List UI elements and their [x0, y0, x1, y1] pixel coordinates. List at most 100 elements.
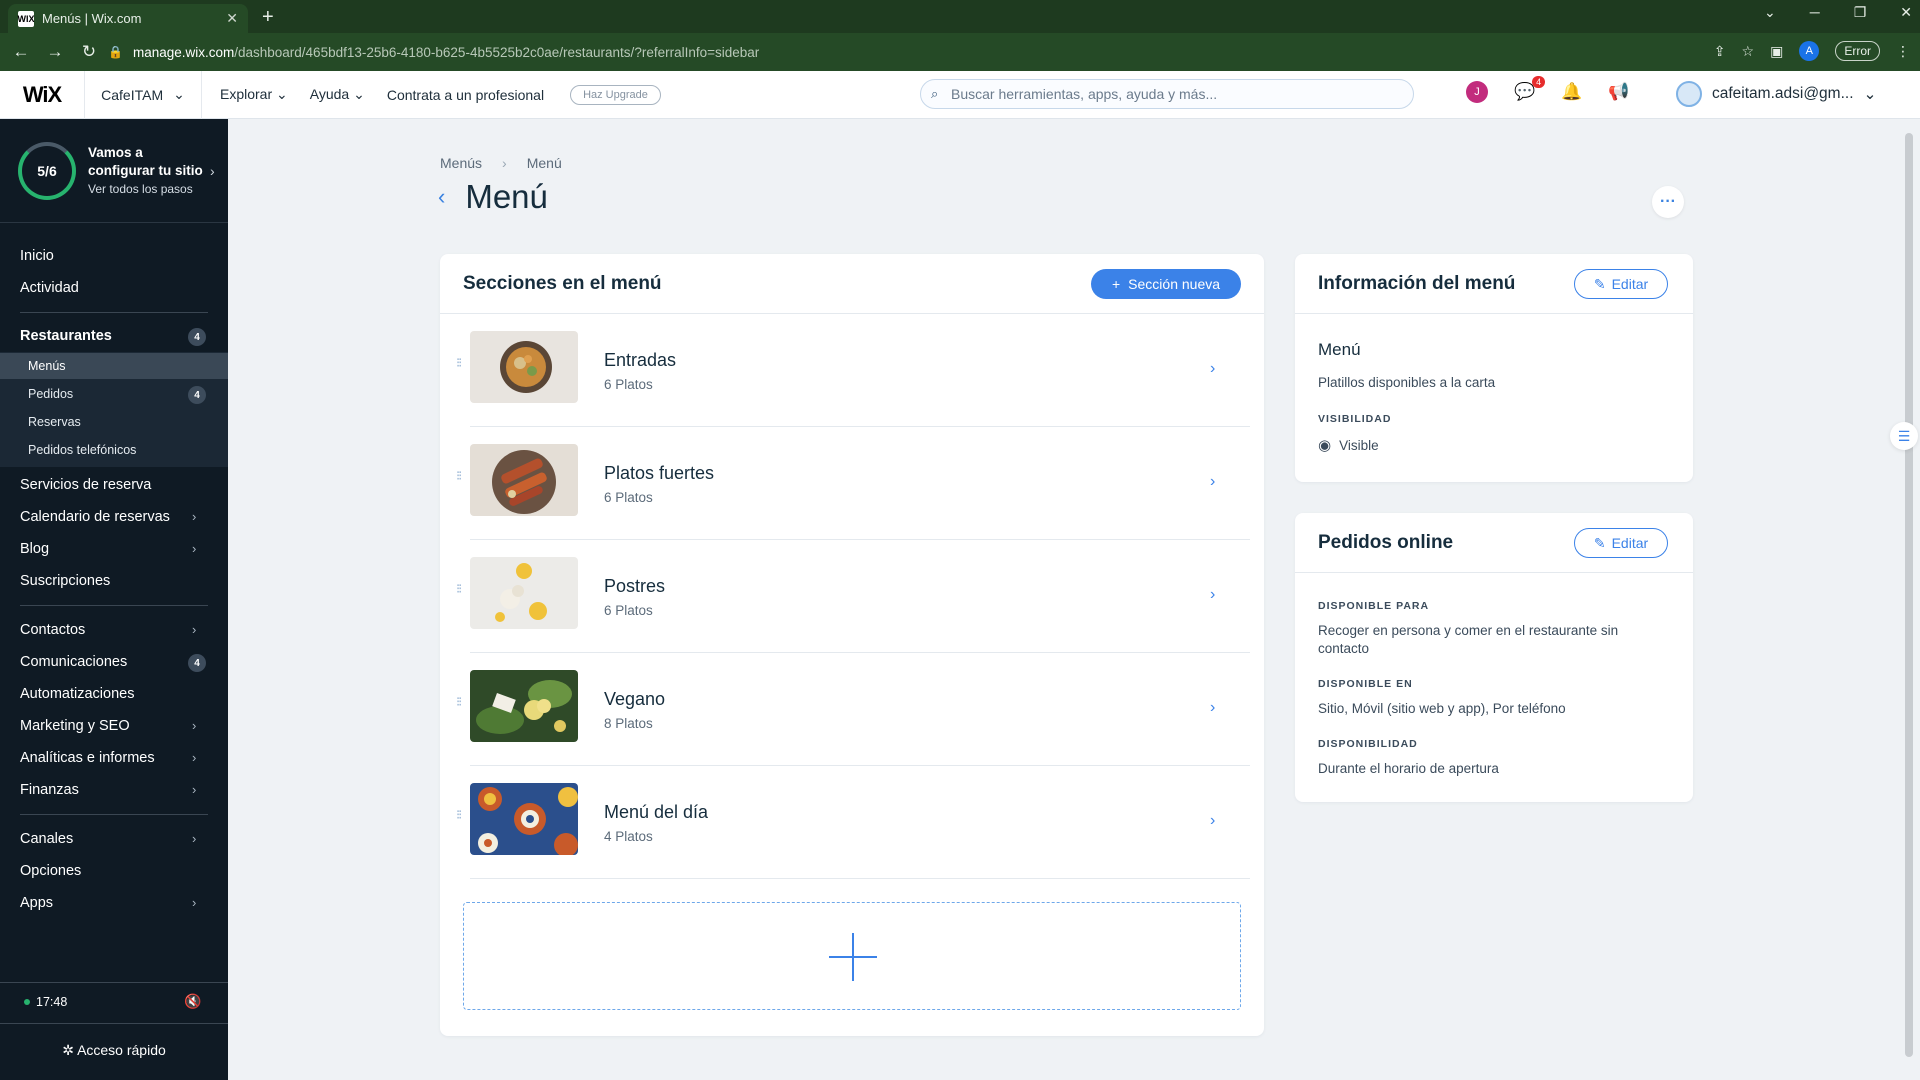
drag-handle-icon[interactable]: ⁝⁝: [456, 808, 462, 821]
breadcrumb-menus[interactable]: Menús: [440, 155, 482, 171]
bell-icon[interactable]: 🔔: [1561, 82, 1582, 102]
sidebar-item-actividad[interactable]: Actividad: [20, 280, 79, 296]
sidebar-item-calendario[interactable]: Calendario de reservas: [20, 509, 170, 525]
section-row-postres[interactable]: ⁝⁝ Postres 6 Platos ›: [456, 540, 1250, 653]
sidebar-footer-divider: [0, 1023, 228, 1024]
sidebar-item-apps[interactable]: Apps: [20, 895, 53, 911]
drag-handle-icon[interactable]: ⁝⁝: [456, 356, 462, 369]
eye-icon: ◉: [1318, 437, 1332, 454]
setup-progress[interactable]: 5/6 Vamos a configurar tu sitio Ver todo…: [0, 119, 228, 223]
back-icon[interactable]: ←: [8, 42, 34, 62]
forward-icon[interactable]: →: [42, 42, 68, 62]
section-row-vegano[interactable]: ⁝⁝ Vegano 8 Platos ›: [456, 653, 1250, 766]
restore-icon[interactable]: ❐: [1854, 4, 1867, 21]
sidebar-item-servicios[interactable]: Servicios de reserva: [20, 477, 151, 493]
nav-ayuda[interactable]: Ayuda ⌄: [310, 86, 365, 103]
url-path: /dashboard/465bdf13-25b6-4180-b625-4b552…: [234, 44, 760, 60]
add-section-dropzone[interactable]: [463, 902, 1241, 1010]
section-row-entradas[interactable]: ⁝⁝ Entradas 6 Platos ›: [456, 314, 1250, 427]
new-tab-icon[interactable]: +: [262, 6, 274, 29]
visibility-value: ◉ Visible: [1318, 437, 1379, 454]
chevron-right-icon: ›: [192, 750, 197, 765]
browser-tab[interactable]: WIX Menús | Wix.com ✕: [8, 4, 248, 33]
drag-handle-icon[interactable]: ⁝⁝: [456, 695, 462, 708]
section-row-platos-fuertes[interactable]: ⁝⁝ Platos fuertes 6 Platos ›: [456, 427, 1250, 540]
drag-handle-icon[interactable]: ⁝⁝: [456, 582, 462, 595]
browser-menu-icon[interactable]: ⋮: [1896, 43, 1910, 60]
restaurantes-badge: 4: [188, 328, 206, 346]
back-arrow-icon[interactable]: ‹: [438, 184, 445, 210]
sidebar-item-reservas[interactable]: Reservas: [28, 415, 81, 429]
user-menu[interactable]: cafeitam.adsi@gm... ⌄: [1676, 81, 1877, 107]
breadcrumb: Menús › Menú: [440, 155, 562, 171]
site-selector[interactable]: CafeITAM ⌄: [84, 70, 202, 119]
breadcrumb-menu: Menú: [526, 155, 562, 171]
sidebar-item-restaurantes[interactable]: Restaurantes: [20, 328, 112, 344]
sidebar-item-finanzas[interactable]: Finanzas: [20, 782, 79, 798]
available-in-label: DISPONIBLE EN: [1318, 678, 1413, 690]
sidebar-item-inicio[interactable]: Inicio: [20, 248, 54, 264]
sidebar-item-contactos[interactable]: Contactos: [20, 622, 85, 638]
chevron-right-icon: ›: [192, 509, 197, 524]
edit-label: Editar: [1611, 276, 1649, 292]
section-count: 6 Platos: [604, 603, 653, 618]
chevron-right-icon: ›: [1210, 360, 1216, 377]
availability-value: Durante el horario de apertura: [1318, 761, 1499, 776]
bookmark-star-icon[interactable]: ☆: [1742, 43, 1755, 60]
nav-contratar[interactable]: Contrata a un profesional: [387, 87, 544, 103]
section-row-menu-del-dia[interactable]: ⁝⁝ Menú del día 4 Platos ›: [456, 766, 1250, 879]
drag-handle-icon[interactable]: ⁝⁝: [456, 469, 462, 482]
url-field[interactable]: 🔒 manage.wix.com /dashboard/465bdf13-25b…: [108, 40, 1798, 64]
section-thumbnail-postres: [470, 557, 578, 629]
upgrade-button[interactable]: Haz Upgrade: [570, 84, 661, 105]
sparkle-icon: ✲: [62, 1042, 74, 1058]
error-button[interactable]: Error: [1835, 41, 1880, 61]
sidebar-item-marketing[interactable]: Marketing y SEO: [20, 718, 130, 734]
sidebar-item-suscripciones[interactable]: Suscripciones: [20, 573, 110, 589]
sidebar-item-analiticas[interactable]: Analíticas e informes: [20, 750, 155, 766]
sidebar-item-automatizaciones[interactable]: Automatizaciones: [20, 686, 134, 702]
nav-explorar[interactable]: Explorar ⌄: [220, 86, 288, 103]
chevron-down-icon: ⌄: [173, 86, 185, 102]
side-panel-toggle-icon[interactable]: ☰: [1890, 422, 1918, 450]
tab-list-icon[interactable]: ⌄: [1764, 4, 1776, 21]
sidebar-item-comunicaciones[interactable]: Comunicaciones: [20, 654, 127, 670]
side-panel-icon[interactable]: ▣: [1770, 43, 1783, 60]
collaborator-avatar[interactable]: J: [1466, 81, 1488, 103]
close-window-icon[interactable]: ✕: [1900, 4, 1912, 21]
scrollbar[interactable]: [1905, 133, 1913, 1057]
share-icon[interactable]: ⇪: [1714, 43, 1726, 60]
profile-avatar[interactable]: A: [1799, 41, 1820, 61]
more-actions-button[interactable]: ···: [1652, 186, 1684, 218]
chevron-right-icon: ›: [210, 162, 215, 179]
sidebar-item-opciones[interactable]: Opciones: [20, 863, 81, 879]
quick-access-button[interactable]: ✲ Acceso rápido: [0, 1042, 228, 1059]
breadcrumb-separator-icon: ›: [502, 155, 507, 171]
sidebar-item-canales[interactable]: Canales: [20, 831, 73, 847]
chevron-right-icon: ›: [1210, 586, 1216, 603]
chevron-right-icon: ›: [192, 895, 197, 910]
new-section-button[interactable]: + Sección nueva: [1091, 269, 1241, 299]
browser-tabbar: WIX Menús | Wix.com ✕ + ⌄ ─ ❐ ✕: [0, 0, 1920, 33]
edit-online-orders-button[interactable]: ✎ Editar: [1574, 528, 1668, 558]
section-count: 8 Platos: [604, 716, 653, 731]
mute-icon[interactable]: 🔇: [184, 993, 201, 1010]
sidebar-item-pedidos-telefonicos[interactable]: Pedidos telefónicos: [28, 443, 136, 457]
site-name: CafeITAM: [101, 86, 164, 103]
sidebar-item-blog[interactable]: Blog: [20, 541, 49, 557]
wix-logo[interactable]: WiX: [0, 82, 84, 108]
chevron-right-icon: ›: [192, 622, 197, 637]
close-tab-icon[interactable]: ✕: [226, 10, 238, 27]
sidebar-item-menus[interactable]: Menús: [28, 359, 66, 373]
menu-info-title: Información del menú: [1318, 272, 1516, 294]
search-input[interactable]: ⌕ Buscar herramientas, apps, ayuda y más…: [920, 79, 1414, 109]
inbox-icon[interactable]: 💬 4: [1514, 76, 1546, 102]
megaphone-icon[interactable]: 📢: [1608, 82, 1629, 102]
sidebar-divider: [20, 814, 208, 815]
quick-access-label: Acceso rápido: [77, 1042, 166, 1058]
minimize-icon[interactable]: ─: [1810, 4, 1820, 21]
sidebar-item-pedidos[interactable]: Pedidos: [28, 387, 73, 401]
page-header: ‹ Menú: [438, 178, 548, 216]
edit-menu-info-button[interactable]: ✎ Editar: [1574, 269, 1668, 299]
reload-icon[interactable]: ↻: [76, 42, 102, 62]
